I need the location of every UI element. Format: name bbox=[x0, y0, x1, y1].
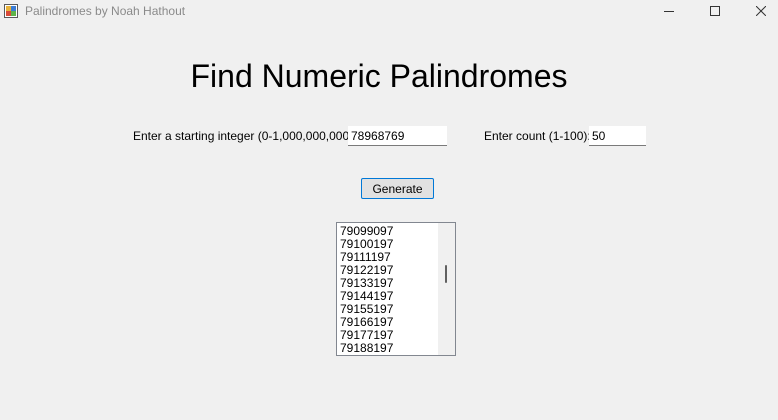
app-window: Palindromes by Noah Hathout Find Numeric… bbox=[0, 0, 778, 420]
results-listbox[interactable]: 79099097 79100197 79111197 79122197 79133197… bbox=[336, 222, 456, 356]
maximize-button[interactable] bbox=[692, 0, 738, 22]
results-scrollbar[interactable] bbox=[438, 223, 455, 355]
minimize-icon bbox=[664, 11, 674, 12]
generate-button[interactable]: Generate bbox=[361, 178, 434, 199]
results-list: 79099097 79100197 79111197 79122197 79133197… bbox=[340, 225, 393, 355]
close-icon bbox=[756, 6, 766, 16]
count-label: Enter count (1-100): bbox=[484, 129, 591, 143]
start-integer-label: Enter a starting integer (0-1,000,000,00… bbox=[133, 129, 357, 143]
title-bar[interactable]: Palindromes by Noah Hathout bbox=[0, 0, 778, 24]
window-title: Palindromes by Noah Hathout bbox=[25, 4, 186, 18]
page-title: Find Numeric Palindromes bbox=[190, 58, 568, 94]
maximize-icon bbox=[710, 6, 720, 16]
list-item[interactable]: 79188197 bbox=[340, 342, 393, 355]
count-input[interactable] bbox=[589, 126, 646, 146]
winforms-app-icon bbox=[4, 4, 18, 18]
minimize-button[interactable] bbox=[646, 0, 692, 22]
start-integer-input[interactable] bbox=[348, 126, 447, 146]
scroll-thumb[interactable] bbox=[445, 265, 447, 283]
close-button[interactable] bbox=[738, 0, 778, 22]
